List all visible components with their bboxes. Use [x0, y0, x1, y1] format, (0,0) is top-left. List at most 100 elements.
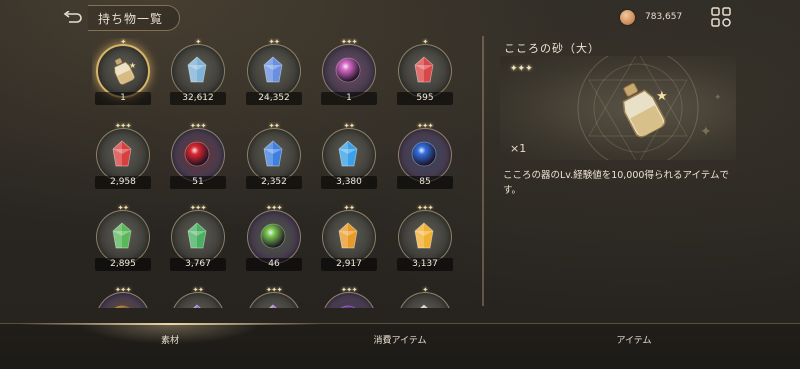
item-grid: ★ ✦ 1 ✦ 32,612 ✦✦ 24,352 ✦✦✦ 1 ✦ 595 ✦✦✦ 2,958 … — [92, 38, 460, 308]
tab-consumables[interactable]: 消費アイテム — [290, 324, 510, 354]
item-slot[interactable]: ✦✦ 3,380 — [318, 122, 380, 192]
item-slot-frame — [247, 292, 301, 308]
sand-bottle-icon: ★ — [114, 58, 136, 85]
item-slot[interactable]: ✦✦✦ 51 — [167, 122, 229, 192]
item-slot[interactable]: ✦✦✦ 3,137 — [394, 204, 456, 274]
item-slot-frame — [247, 210, 301, 264]
tab-label: アイテム — [616, 335, 652, 346]
rarity-stars: ✦ — [195, 38, 201, 46]
svg-text:★: ★ — [129, 61, 136, 70]
rarity-stars: ✦✦ — [192, 286, 204, 294]
rarity-stars: ✦✦✦ — [189, 204, 207, 212]
svg-text:★: ★ — [656, 89, 668, 104]
item-count: 51 — [170, 176, 226, 189]
svg-text:✦: ✦ — [700, 124, 712, 140]
rarity-stars: ✦✦✦ — [114, 286, 132, 294]
item-slot-frame — [96, 128, 150, 182]
crystal-icon — [420, 304, 428, 308]
detail-item-name: こころの砂（大） — [504, 42, 600, 55]
rarity-stars: ✦✦ — [343, 204, 355, 212]
item-slot[interactable]: ✦ 32,612 — [167, 38, 229, 108]
currency-display: 783,657 — [620, 8, 682, 26]
currency-amount: 783,657 — [645, 12, 683, 22]
sand-bottle-icon: ★ — [622, 82, 668, 138]
rarity-stars: ✦✦✦ — [265, 286, 283, 294]
scrollbar[interactable] — [482, 36, 484, 306]
item-slot-frame — [398, 128, 452, 182]
item-slot[interactable]: ✦✦✦ 3,767 — [167, 204, 229, 274]
detail-rarity-stars: ✦✦✦ — [510, 64, 533, 74]
item-slot-frame — [398, 292, 452, 308]
item-slot-frame: ★ — [96, 44, 150, 98]
item-count: 3,380 — [321, 176, 377, 189]
item-slot-frame — [398, 44, 452, 98]
detail-description: こころの器のLv.経験値を10,000得られるアイテムです。 — [503, 170, 729, 196]
item-count: 2,895 — [95, 258, 151, 271]
item-slot-frame — [322, 44, 376, 98]
item-slot-frame — [96, 292, 150, 308]
coin-icon — [620, 9, 635, 25]
item-slot[interactable]: ✦✦✦ — [318, 286, 380, 308]
item-count: 1 — [95, 92, 151, 105]
crystal-icon — [112, 222, 132, 249]
item-slot[interactable]: ✦ 595 — [394, 38, 456, 108]
item-slot[interactable]: ✦✦ — [167, 286, 229, 308]
item-slot[interactable]: ✦✦✦ 85 — [394, 122, 456, 192]
orb-icon — [184, 141, 210, 167]
item-slot-frame — [398, 210, 452, 264]
crystal-icon — [414, 56, 434, 83]
item-count: 3,767 — [170, 258, 226, 271]
item-slot[interactable]: ✦✦✦ 1 — [318, 38, 380, 108]
rarity-stars: ✦✦✦ — [340, 286, 358, 294]
item-slot[interactable]: ✦✦ 24,352 — [243, 38, 305, 108]
item-slot[interactable]: ✦ — [394, 286, 456, 308]
item-slot[interactable]: ✦✦✦ 2,958 — [92, 122, 154, 192]
rarity-stars: ✦✦✦ — [189, 122, 207, 130]
item-count: 2,958 — [95, 176, 151, 189]
crystal-icon — [187, 222, 207, 249]
item-slot-frame — [322, 292, 376, 308]
menu-button[interactable] — [710, 6, 732, 28]
tab-items[interactable]: アイテム — [524, 324, 744, 354]
item-slot[interactable]: ✦✦ 2,917 — [318, 204, 380, 274]
item-slot-frame — [171, 292, 225, 308]
page-title-text: 持ち物一覧 — [98, 11, 164, 26]
rarity-stars: ✦✦✦ — [416, 204, 434, 212]
orb-icon — [411, 141, 437, 167]
item-slot-frame — [171, 210, 225, 264]
item-slot[interactable]: ✦✦✦ 46 — [243, 204, 305, 274]
item-slot-frame — [171, 44, 225, 98]
rarity-stars: ✦✦✦ — [114, 122, 132, 130]
item-slot-frame — [322, 210, 376, 264]
detail-quantity: ×1 — [510, 142, 527, 155]
orb-icon — [260, 223, 286, 249]
crystal-icon — [263, 140, 283, 167]
item-count: 3,137 — [397, 258, 453, 271]
item-count: 1 — [321, 92, 377, 105]
item-slot[interactable]: ✦✦ 2,352 — [243, 122, 305, 192]
back-arrow-icon — [63, 11, 82, 23]
tab-label: 消費アイテム — [373, 335, 427, 346]
crystal-icon — [193, 304, 201, 308]
rarity-stars: ✦✦ — [268, 38, 280, 46]
rarity-stars: ✦✦✦ — [416, 122, 434, 130]
item-slot[interactable]: ✦✦ 2,895 — [92, 204, 154, 274]
svg-text:✦: ✦ — [714, 93, 722, 103]
rarity-stars: ✦ — [422, 286, 428, 294]
grid-menu-icon — [711, 7, 731, 27]
item-slot[interactable]: ✦✦✦ — [92, 286, 154, 308]
back-button[interactable] — [56, 6, 90, 30]
item-slot-frame — [322, 128, 376, 182]
detail-item-image: ✦ ✦ ★ ✦✦✦ ×1 — [500, 56, 736, 160]
item-slot[interactable]: ✦✦✦ — [243, 286, 305, 308]
rarity-stars: ✦✦✦ — [265, 204, 283, 212]
item-slot[interactable]: ★ ✦ 1 — [92, 38, 154, 108]
tab-materials[interactable]: 素材 — [60, 324, 280, 354]
item-count: 595 — [397, 92, 453, 105]
rarity-stars: ✦✦ — [268, 122, 280, 130]
item-slot-frame — [247, 44, 301, 98]
item-count: 24,352 — [246, 92, 302, 105]
item-count: 46 — [246, 258, 302, 271]
crystal-icon — [112, 140, 132, 167]
crystal-icon — [269, 304, 277, 308]
